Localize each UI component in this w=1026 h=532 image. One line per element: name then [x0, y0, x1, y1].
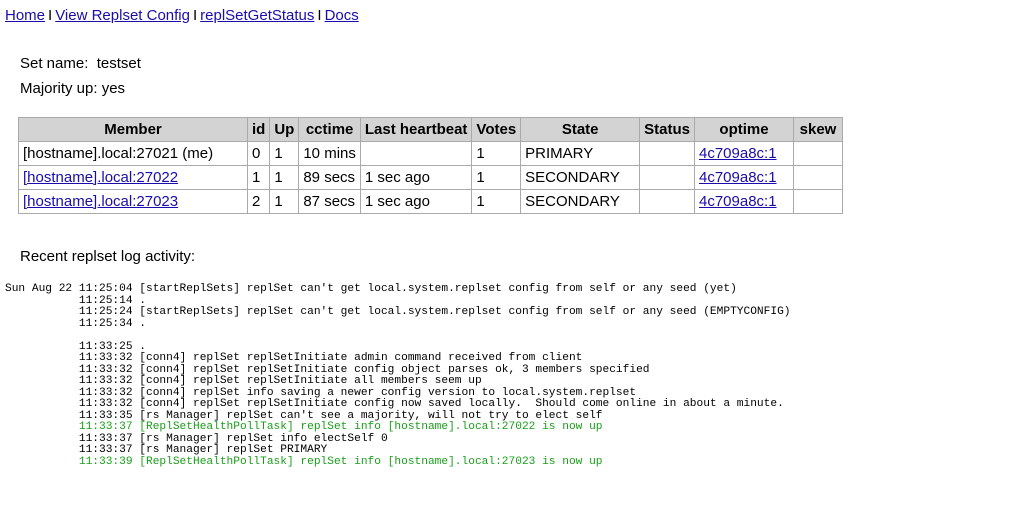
set-name-row: Set name: testset	[20, 55, 141, 72]
skew-cell	[793, 189, 843, 214]
optime-link[interactable]: 4c709a8c:1	[699, 193, 777, 210]
optime-link[interactable]: 4c709a8c:1	[699, 145, 777, 162]
member-link[interactable]: [hostname].local:27022	[23, 169, 178, 186]
log-section-title: Recent replset log activity:	[20, 248, 196, 265]
column-header-last-heartbeat: Last heartbeat	[359, 117, 473, 142]
member-cell: [hostname].local:27021 (me)	[18, 141, 248, 166]
column-header-state: State	[520, 117, 641, 142]
up-cell: 1	[269, 141, 300, 166]
votes-cell: 1	[471, 189, 522, 214]
cctime-cell: 87 secs	[298, 189, 361, 214]
optime-cell: 4c709a8c:1	[694, 189, 794, 214]
column-header-cctime: cctime	[298, 117, 361, 142]
skew-cell	[793, 165, 843, 190]
view-replset-config-link[interactable]: View Replset Config	[55, 7, 190, 24]
id-cell: 0	[246, 141, 271, 166]
optime-cell: 4c709a8c:1	[694, 141, 794, 166]
members-table-header-row: Member id Up cctime Last heartbeat Votes…	[18, 117, 843, 142]
id-cell: 2	[246, 189, 271, 214]
column-header-status: Status	[639, 117, 695, 142]
member-cell: [hostname].local:27023	[18, 189, 248, 214]
docs-link[interactable]: Docs	[325, 7, 359, 24]
top-navigation: Home I View Replset Config IreplSetGetStatu…	[5, 7, 359, 24]
state-cell: SECONDARY	[520, 165, 641, 190]
optime-link[interactable]: 4c709a8c:1	[699, 169, 777, 186]
table-row: [hostname].local:27022 1 1 89 secs 1 sec…	[18, 165, 843, 190]
log-line: 11:33:32 [conn4] replSet replSetInitiate…	[5, 398, 784, 410]
column-header-votes: Votes	[471, 117, 522, 142]
last-heartbeat-cell	[359, 141, 473, 166]
majority-up-row: Majority up: yes	[20, 80, 125, 97]
cctime-cell: 89 secs	[298, 165, 361, 190]
table-row: [hostname].local:27023 2 1 87 secs 1 sec…	[18, 189, 843, 214]
log-output: Sun Aug 22 11:25:04 [startReplSets] repl…	[5, 283, 791, 468]
column-header-id: id	[246, 117, 271, 142]
column-header-skew: skew	[793, 117, 843, 142]
log-line: 11:25:34 .	[5, 317, 146, 330]
log-line: 11:33:37 [rs Manager] replSet PRIMARY	[5, 444, 328, 456]
votes-cell: 1	[471, 141, 522, 166]
majority-up-value: yes	[101, 80, 126, 97]
set-name-value: testset	[96, 55, 141, 72]
members-table: Member id Up cctime Last heartbeat Votes…	[18, 117, 843, 214]
up-cell: 1	[269, 165, 300, 190]
cctime-cell: 10 mins	[298, 141, 361, 166]
home-link[interactable]: Home	[5, 7, 45, 24]
column-header-optime: optime	[694, 117, 794, 142]
optime-cell: 4c709a8c:1	[694, 165, 794, 190]
log-line: 11:25:24 [startReplSets] replSet can't g…	[5, 306, 791, 318]
nav-separator: I	[317, 7, 322, 24]
member-link[interactable]: [hostname].local:27023	[23, 193, 178, 210]
member-cell: [hostname].local:27022	[18, 165, 248, 190]
nav-separator: I	[48, 7, 53, 24]
status-cell	[639, 189, 695, 214]
column-header-member: Member	[18, 117, 248, 142]
majority-up-label: Majority up:	[20, 80, 98, 97]
id-cell: 1	[246, 165, 271, 190]
skew-cell	[793, 141, 843, 166]
status-cell	[639, 165, 695, 190]
state-cell: SECONDARY	[520, 189, 641, 214]
log-line: 11:33:37 [ReplSetHealthPollTask] replSet…	[5, 421, 603, 433]
nav-separator: I	[192, 7, 198, 24]
log-line: 11:33:32 [conn4] replSet replSetInitiate…	[5, 352, 583, 364]
log-line: 11:33:32 [conn4] replSet replSetInitiate…	[5, 375, 482, 387]
up-cell: 1	[269, 189, 300, 214]
log-line: 11:33:39 [ReplSetHealthPollTask] replSet…	[5, 455, 603, 468]
column-header-up: Up	[269, 117, 300, 142]
set-name-label: Set name:	[20, 55, 89, 72]
votes-cell: 1	[471, 165, 522, 190]
state-cell: PRIMARY	[520, 141, 641, 166]
last-heartbeat-cell: 1 sec ago	[359, 165, 473, 190]
last-heartbeat-cell: 1 sec ago	[359, 189, 473, 214]
replsetgetstatus-link[interactable]: replSetGetStatus	[200, 7, 314, 24]
table-row: [hostname].local:27021 (me) 0 1 10 mins …	[18, 141, 843, 166]
status-cell	[639, 141, 695, 166]
log-line: Sun Aug 22 11:25:04 [startReplSets] repl…	[5, 283, 737, 295]
